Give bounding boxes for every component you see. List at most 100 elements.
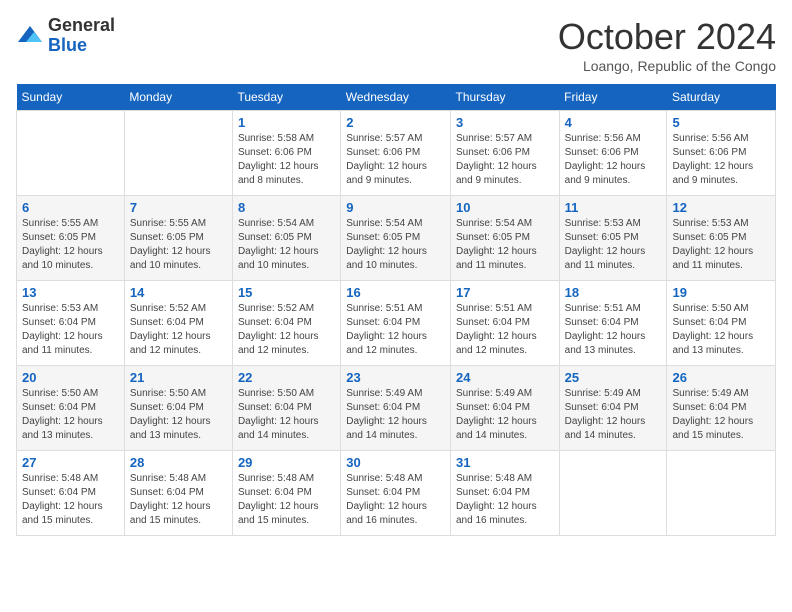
- day-info: Sunrise: 5:56 AM Sunset: 6:06 PM Dayligh…: [672, 132, 770, 188]
- logo-general-text: General: [48, 16, 115, 36]
- day-number: 6: [22, 200, 119, 215]
- logo: General Blue: [16, 16, 115, 56]
- day-info: Sunrise: 5:54 AM Sunset: 6:05 PM Dayligh…: [456, 217, 554, 273]
- day-number: 1: [238, 115, 335, 130]
- day-number: 20: [22, 370, 119, 385]
- day-of-week-header: Tuesday: [232, 84, 340, 111]
- day-of-week-header: Wednesday: [341, 84, 451, 111]
- day-info: Sunrise: 5:49 AM Sunset: 6:04 PM Dayligh…: [565, 387, 662, 443]
- calendar-cell: 21Sunrise: 5:50 AM Sunset: 6:04 PM Dayli…: [124, 366, 232, 451]
- day-of-week-header: Sunday: [17, 84, 125, 111]
- day-info: Sunrise: 5:54 AM Sunset: 6:05 PM Dayligh…: [238, 217, 335, 273]
- day-info: Sunrise: 5:53 AM Sunset: 6:05 PM Dayligh…: [672, 217, 770, 273]
- day-info: Sunrise: 5:52 AM Sunset: 6:04 PM Dayligh…: [238, 302, 335, 358]
- day-number: 3: [456, 115, 554, 130]
- day-info: Sunrise: 5:50 AM Sunset: 6:04 PM Dayligh…: [22, 387, 119, 443]
- day-info: Sunrise: 5:52 AM Sunset: 6:04 PM Dayligh…: [130, 302, 227, 358]
- day-number: 12: [672, 200, 770, 215]
- location-text: Loango, Republic of the Congo: [558, 58, 776, 74]
- calendar-cell: 5Sunrise: 5:56 AM Sunset: 6:06 PM Daylig…: [667, 111, 776, 196]
- calendar-cell: 15 Sunrise: 5:52 AM Sunset: 6:04 PM Dayli…: [232, 281, 340, 366]
- day-number: 7: [130, 200, 227, 215]
- calendar-header-row: SundayMondayTuesdayWednesdayThursdayFrid…: [17, 84, 776, 111]
- day-info: Sunrise: 5:51 AM Sunset: 6:04 PM Dayligh…: [456, 302, 554, 358]
- day-info: Sunrise: 5:48 AM Sunset: 6:04 PM Dayligh…: [22, 472, 119, 528]
- day-number: 27: [22, 455, 119, 470]
- day-info: Sunrise: 5:55 AM Sunset: 6:05 PM Dayligh…: [22, 217, 119, 273]
- calendar-cell: 26 Sunrise: 5:49 AM Sunset: 6:04 PM Dayli…: [667, 366, 776, 451]
- calendar-cell: 6 Sunrise: 5:55 AM Sunset: 6:05 PM Daylig…: [17, 196, 125, 281]
- calendar-cell: 8 Sunrise: 5:54 AM Sunset: 6:05 PM Daylig…: [232, 196, 340, 281]
- day-number: 31: [456, 455, 554, 470]
- day-number: 21: [130, 370, 227, 385]
- day-info: Sunrise: 5:53 AM Sunset: 6:05 PM Dayligh…: [565, 217, 662, 273]
- calendar-cell: 29 Sunrise: 5:48 AM Sunset: 6:04 PM Dayli…: [232, 451, 340, 536]
- day-info: Sunrise: 5:49 AM Sunset: 6:04 PM Dayligh…: [672, 387, 770, 443]
- day-number: 19: [672, 285, 770, 300]
- day-info: Sunrise: 5:48 AM Sunset: 6:04 PM Dayligh…: [238, 472, 335, 528]
- day-number: 28: [130, 455, 227, 470]
- calendar-week-row: 20 Sunrise: 5:50 AM Sunset: 6:04 PM Dayli…: [17, 366, 776, 451]
- day-info: Sunrise: 5:50 AM Sunset: 6:04 PM Dayligh…: [672, 302, 770, 358]
- calendar-cell: 16Sunrise: 5:51 AM Sunset: 6:04 PM Dayli…: [341, 281, 451, 366]
- day-info: Sunrise: 5:55 AM Sunset: 6:05 PM Dayligh…: [130, 217, 227, 273]
- calendar-week-row: 1 Sunrise: 5:58 AM Sunset: 6:06 PM Daylig…: [17, 111, 776, 196]
- calendar-cell: 25 Sunrise: 5:49 AM Sunset: 6:04 PM Dayli…: [559, 366, 667, 451]
- calendar-cell: 3 Sunrise: 5:57 AM Sunset: 6:06 PM Daylig…: [450, 111, 559, 196]
- calendar-cell: 22 Sunrise: 5:50 AM Sunset: 6:04 PM Dayli…: [232, 366, 340, 451]
- calendar-cell: 11 Sunrise: 5:53 AM Sunset: 6:05 PM Dayli…: [559, 196, 667, 281]
- day-info: Sunrise: 5:57 AM Sunset: 6:06 PM Dayligh…: [346, 132, 445, 188]
- calendar-cell: 20 Sunrise: 5:50 AM Sunset: 6:04 PM Dayli…: [17, 366, 125, 451]
- calendar-cell: [124, 111, 232, 196]
- calendar-cell: 30 Sunrise: 5:48 AM Sunset: 6:04 PM Dayli…: [341, 451, 451, 536]
- day-number: 16: [346, 285, 445, 300]
- day-of-week-header: Monday: [124, 84, 232, 111]
- day-info: Sunrise: 5:48 AM Sunset: 6:04 PM Dayligh…: [130, 472, 227, 528]
- calendar-cell: 27 Sunrise: 5:48 AM Sunset: 6:04 PM Dayli…: [17, 451, 125, 536]
- day-number: 8: [238, 200, 335, 215]
- logo-blue-text: Blue: [48, 36, 115, 56]
- day-number: 15: [238, 285, 335, 300]
- day-number: 29: [238, 455, 335, 470]
- calendar-cell: [667, 451, 776, 536]
- day-info: Sunrise: 5:51 AM Sunset: 6:04 PM Dayligh…: [565, 302, 662, 358]
- day-info: Sunrise: 5:48 AM Sunset: 6:04 PM Dayligh…: [456, 472, 554, 528]
- calendar-cell: 7 Sunrise: 5:55 AM Sunset: 6:05 PM Daylig…: [124, 196, 232, 281]
- calendar-cell: 10Sunrise: 5:54 AM Sunset: 6:05 PM Dayli…: [450, 196, 559, 281]
- calendar-cell: 14Sunrise: 5:52 AM Sunset: 6:04 PM Dayli…: [124, 281, 232, 366]
- day-number: 25: [565, 370, 662, 385]
- day-info: Sunrise: 5:58 AM Sunset: 6:06 PM Dayligh…: [238, 132, 335, 188]
- logo-text: General Blue: [48, 16, 115, 56]
- day-of-week-header: Saturday: [667, 84, 776, 111]
- day-number: 22: [238, 370, 335, 385]
- calendar-week-row: 13 Sunrise: 5:53 AM Sunset: 6:04 PM Dayli…: [17, 281, 776, 366]
- month-title: October 2024: [558, 16, 776, 58]
- day-number: 26: [672, 370, 770, 385]
- calendar-week-row: 6 Sunrise: 5:55 AM Sunset: 6:05 PM Daylig…: [17, 196, 776, 281]
- day-number: 9: [346, 200, 445, 215]
- day-number: 18: [565, 285, 662, 300]
- day-number: 30: [346, 455, 445, 470]
- calendar-cell: [17, 111, 125, 196]
- title-block: October 2024 Loango, Republic of the Con…: [558, 16, 776, 74]
- day-info: Sunrise: 5:50 AM Sunset: 6:04 PM Dayligh…: [238, 387, 335, 443]
- day-of-week-header: Thursday: [450, 84, 559, 111]
- calendar-cell: 31 Sunrise: 5:48 AM Sunset: 6:04 PM Dayli…: [450, 451, 559, 536]
- day-number: 13: [22, 285, 119, 300]
- calendar-cell: 19 Sunrise: 5:50 AM Sunset: 6:04 PM Dayli…: [667, 281, 776, 366]
- day-info: Sunrise: 5:57 AM Sunset: 6:06 PM Dayligh…: [456, 132, 554, 188]
- day-number: 23: [346, 370, 445, 385]
- calendar-cell: 23Sunrise: 5:49 AM Sunset: 6:04 PM Dayli…: [341, 366, 451, 451]
- calendar-cell: [559, 451, 667, 536]
- day-info: Sunrise: 5:49 AM Sunset: 6:04 PM Dayligh…: [456, 387, 554, 443]
- day-number: 4: [565, 115, 662, 130]
- calendar-cell: 1 Sunrise: 5:58 AM Sunset: 6:06 PM Daylig…: [232, 111, 340, 196]
- calendar-cell: 13 Sunrise: 5:53 AM Sunset: 6:04 PM Dayli…: [17, 281, 125, 366]
- calendar-table: SundayMondayTuesdayWednesdayThursdayFrid…: [16, 84, 776, 536]
- day-number: 11: [565, 200, 662, 215]
- day-info: Sunrise: 5:53 AM Sunset: 6:04 PM Dayligh…: [22, 302, 119, 358]
- calendar-cell: 17Sunrise: 5:51 AM Sunset: 6:04 PM Dayli…: [450, 281, 559, 366]
- calendar-week-row: 27 Sunrise: 5:48 AM Sunset: 6:04 PM Dayli…: [17, 451, 776, 536]
- day-info: Sunrise: 5:48 AM Sunset: 6:04 PM Dayligh…: [346, 472, 445, 528]
- logo-icon: [16, 22, 44, 50]
